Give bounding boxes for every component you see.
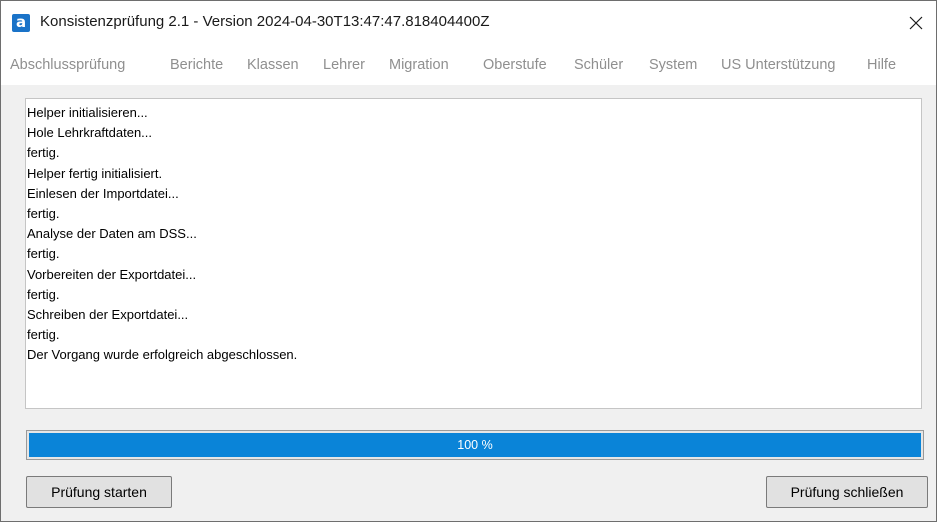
progress-label: 100 % [457,438,493,452]
log-line: fertig. [27,145,60,161]
menu-berichte[interactable]: Berichte [170,57,223,73]
window-title: Konsistenzprüfung 2.1 - Version 2024-04-… [40,13,490,30]
menu-schueler[interactable]: Schüler [574,57,623,73]
log-line: Einlesen der Importdatei... [27,185,179,201]
menu-us-unterstuetzung[interactable]: US Unterstützung [721,57,835,73]
close-check-button[interactable]: Prüfung schließen [766,476,928,508]
log-line: fertig. [27,246,60,262]
log-line: fertig. [27,205,60,221]
log-output-area[interactable]: Helper initialisieren... Hole Lehrkraftd… [25,98,922,409]
log-line: Schreiben der Exportdatei... [27,306,189,322]
app-window: a Konsistenzprüfung 2.1 - Version 2024-0… [0,0,937,522]
close-icon [909,16,923,30]
log-line: Helper initialisieren... [27,105,148,120]
app-logo-icon: a [12,14,30,32]
log-line: Helper fertig initialisiert. [27,165,163,181]
log-line: fertig. [27,286,60,302]
menu-bar: Abschlussprüfung Berichte Klassen Lehrer… [1,45,936,85]
menu-klassen[interactable]: Klassen [247,57,299,73]
log-line: fertig. [27,327,60,343]
progress-track: 100 % [29,433,921,457]
progress-bar: 100 % [26,430,924,460]
menu-migration[interactable]: Migration [389,57,449,73]
menu-lehrer[interactable]: Lehrer [323,57,365,73]
window-close-button[interactable] [896,1,936,45]
log-line: Hole Lehrkraftdaten... [27,125,153,141]
log-line: Vorbereiten der Exportdatei... [27,266,197,282]
menu-oberstufe[interactable]: Oberstufe [483,57,547,73]
log-line: Der Vorgang wurde erfolgreich abgeschlos… [27,347,298,363]
title-bar: a Konsistenzprüfung 2.1 - Version 2024-0… [1,1,936,45]
menu-abschlusspruefung[interactable]: Abschlussprüfung [10,57,125,73]
menu-system[interactable]: System [649,57,697,73]
start-check-button[interactable]: Prüfung starten [26,476,172,508]
menu-hilfe[interactable]: Hilfe [867,57,896,73]
log-line: Analyse der Daten am DSS... [27,226,197,242]
